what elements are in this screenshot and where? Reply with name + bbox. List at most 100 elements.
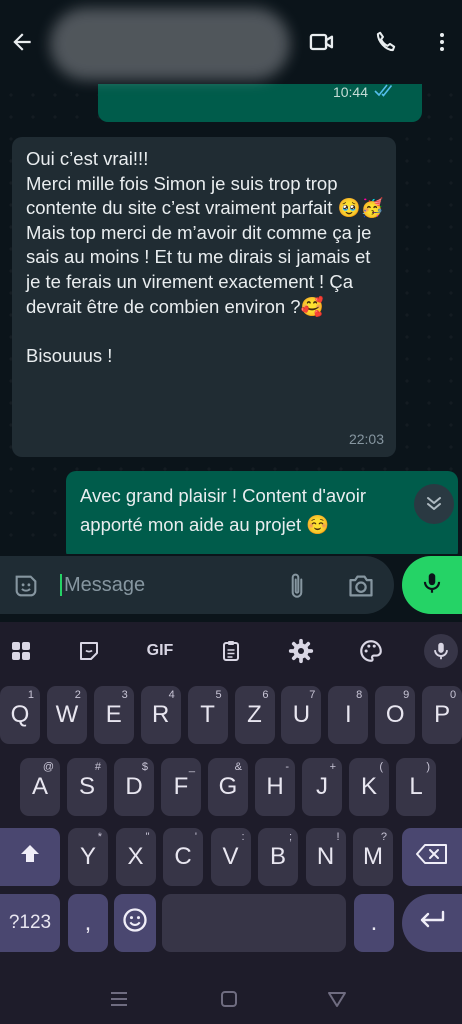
- video-call-icon[interactable]: [306, 26, 338, 58]
- space-key[interactable]: [162, 894, 346, 952]
- key-secondary-label: #: [94, 761, 101, 773]
- key-label: W: [55, 701, 79, 728]
- message-outgoing[interactable]: Avec grand plaisir ! Content d'avoir app…: [66, 471, 458, 554]
- clipboard-icon[interactable]: [216, 636, 246, 666]
- key-label: A: [31, 773, 48, 800]
- shift-key[interactable]: [0, 828, 60, 886]
- key-u[interactable]: U7: [281, 686, 322, 744]
- key-secondary-label: 9: [403, 689, 410, 701]
- key-label: V: [222, 843, 239, 870]
- key-j[interactable]: J +: [302, 758, 342, 816]
- key-t[interactable]: T5: [187, 686, 228, 744]
- key-e[interactable]: E3: [93, 686, 134, 744]
- camera-icon[interactable]: [346, 572, 376, 605]
- sticker-icon[interactable]: [74, 636, 104, 666]
- key-label: S: [78, 773, 95, 800]
- emoji-icon: [121, 906, 149, 941]
- backspace-icon: [415, 842, 449, 873]
- key-m[interactable]: M?: [353, 828, 393, 886]
- key-v[interactable]: V:: [210, 828, 251, 886]
- emoji-key[interactable]: [114, 894, 156, 952]
- key-l[interactable]: L): [396, 758, 436, 816]
- palette-icon[interactable]: [356, 636, 386, 666]
- key-secondary-label: ?: [380, 831, 387, 843]
- double-check-blue-icon: [374, 84, 396, 103]
- key-n[interactable]: N!: [305, 828, 346, 886]
- key-d[interactable]: D $: [114, 758, 154, 816]
- key-label: N: [316, 843, 335, 870]
- key-secondary-label: :: [241, 831, 245, 843]
- key-label: K: [360, 773, 377, 800]
- key-a[interactable]: A @: [20, 758, 60, 816]
- key-secondary-label: ": [145, 831, 150, 843]
- key-secondary-label: ): [426, 761, 430, 773]
- message-incoming[interactable]: Oui c’est vrai!!! Merci mille fois Simon…: [12, 137, 396, 457]
- paperclip-icon[interactable]: [284, 571, 310, 606]
- key-label: C: [174, 843, 192, 870]
- key-secondary-label: 4: [168, 689, 175, 701]
- keyboard-toolbar: GIF: [0, 630, 462, 672]
- key-secondary-label: @: [42, 761, 54, 773]
- message-time: 10:44: [332, 84, 368, 100]
- key-label: I: [344, 701, 352, 728]
- enter-key[interactable]: [402, 894, 462, 952]
- chat-area[interactable]: 10:44 Oui c’est vrai!!! Merci mille fois…: [0, 84, 462, 554]
- grid-icon[interactable]: [6, 636, 36, 666]
- key-o[interactable]: O9: [375, 686, 416, 744]
- arrow-left-icon[interactable]: [6, 26, 38, 58]
- key-p[interactable]: P0: [422, 686, 462, 744]
- soft-keyboard: GIF Q1W2E3R4T5Z6U7I8O9P0 A @ S # D $ F _ G & H - J + K…: [0, 622, 462, 1024]
- key-label: R: [152, 701, 170, 728]
- key-b[interactable]: B;: [258, 828, 298, 886]
- symbols-key[interactable]: ?123: [0, 894, 60, 952]
- gif-button[interactable]: GIF: [138, 636, 182, 666]
- triangle-back-icon[interactable]: [322, 984, 352, 1014]
- key-secondary-label: -: [285, 761, 289, 773]
- key-f[interactable]: F _: [161, 758, 201, 816]
- key-label: G: [218, 773, 238, 800]
- key-q[interactable]: Q1: [0, 686, 40, 744]
- mic-icon[interactable]: [424, 634, 458, 668]
- key-label: H: [266, 773, 284, 800]
- key-label: J: [316, 773, 328, 800]
- key-k[interactable]: K(: [349, 758, 389, 816]
- period-key[interactable]: .: [354, 894, 394, 952]
- message-text: Avec grand plaisir ! Content d'avoir app…: [80, 485, 366, 535]
- key-x[interactable]: X ": [115, 828, 156, 886]
- message-outgoing-top[interactable]: 10:44: [98, 84, 422, 122]
- key-secondary-label: 1: [27, 689, 34, 701]
- key-secondary-label: &: [234, 761, 242, 773]
- menu-lines-icon[interactable]: [104, 984, 134, 1014]
- gear-icon[interactable]: [286, 636, 316, 666]
- sticker-icon[interactable]: [12, 572, 40, 605]
- key-y[interactable]: Y *: [68, 828, 108, 886]
- message-time: 22:03: [348, 431, 384, 447]
- key-w[interactable]: W2: [46, 686, 87, 744]
- comma-key[interactable]: ,: [68, 894, 108, 952]
- key-i[interactable]: I8: [328, 686, 369, 744]
- message-text: Oui c’est vrai!!! Merci mille fois Simon…: [26, 148, 384, 366]
- more-vert-icon[interactable]: [426, 26, 458, 58]
- key-secondary-label: !: [336, 831, 340, 843]
- key-secondary-label: 5: [215, 689, 222, 701]
- key-label: O: [385, 701, 405, 728]
- key-h[interactable]: H-: [255, 758, 295, 816]
- scroll-to-bottom-button[interactable]: [414, 484, 454, 524]
- key-label: Z: [247, 701, 262, 728]
- key-secondary-label: 6: [262, 689, 269, 701]
- backspace-key[interactable]: [402, 828, 462, 886]
- key-z[interactable]: Z6: [234, 686, 275, 744]
- message-input[interactable]: Message: [0, 556, 394, 614]
- message-placeholder: Message: [60, 574, 145, 596]
- square-icon[interactable]: [214, 984, 244, 1014]
- key-secondary-label: _: [188, 761, 195, 773]
- key-label: Q: [10, 701, 30, 728]
- key-secondary-label: ': [194, 831, 197, 843]
- phone-icon[interactable]: [370, 26, 402, 58]
- key-c[interactable]: C ': [163, 828, 203, 886]
- voice-record-button[interactable]: [402, 556, 462, 614]
- contact-avatar-name-blurred[interactable]: [50, 8, 290, 80]
- key-r[interactable]: R4: [140, 686, 181, 744]
- key-s[interactable]: S #: [67, 758, 107, 816]
- key-g[interactable]: G &: [208, 758, 248, 816]
